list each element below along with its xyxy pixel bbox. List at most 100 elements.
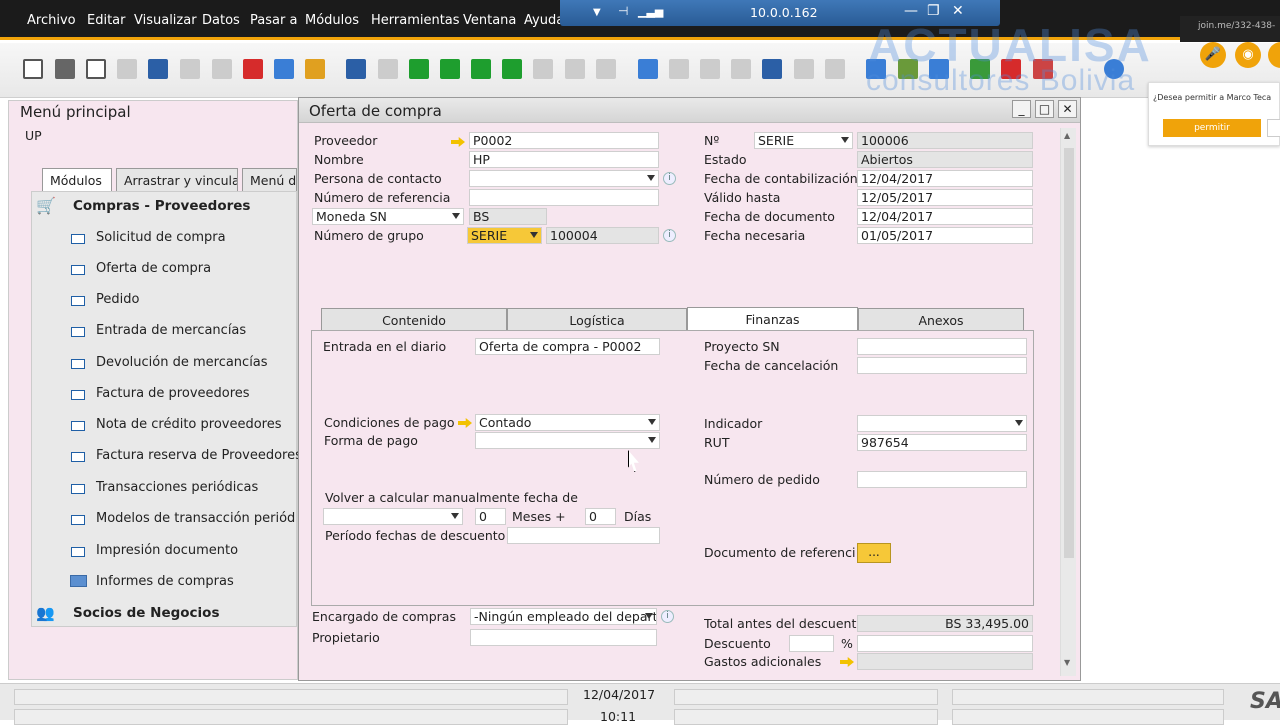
persona-contacto-select[interactable] <box>469 170 659 187</box>
numero-referencia-field[interactable] <box>469 189 659 206</box>
tab-arrastrar-y-vincular[interactable]: Arrastrar y vincular <box>116 168 238 191</box>
pin-icon[interactable]: ⊣ <box>618 4 628 18</box>
tab-contenido[interactable]: Contenido <box>321 308 507 331</box>
base-document-icon[interactable] <box>638 59 658 79</box>
journal-icon[interactable] <box>700 59 720 79</box>
propietario-field[interactable] <box>470 629 657 646</box>
proyecto-sn-field[interactable] <box>857 338 1027 355</box>
proveedor-field[interactable]: P0002 <box>469 132 659 149</box>
print-icon[interactable] <box>55 59 75 79</box>
tab-modulos[interactable]: Módulos <box>42 168 112 191</box>
minimize-icon[interactable]: — <box>904 3 918 19</box>
menu-item-solicitud-de-compra[interactable]: Solicitud de compra <box>96 230 226 245</box>
rut-field[interactable]: 987654 <box>857 434 1027 451</box>
nombre-field[interactable]: HP <box>469 151 659 168</box>
email-icon[interactable] <box>86 59 106 79</box>
info-icon[interactable]: i <box>663 172 676 185</box>
fax-icon[interactable] <box>148 59 168 79</box>
restore-icon[interactable]: ❐ <box>927 3 940 19</box>
pdf-icon[interactable] <box>243 59 263 79</box>
settings-icon[interactable] <box>825 59 845 79</box>
menu-archivo[interactable]: Archivo <box>27 13 76 28</box>
menu-item-factura-de-proveedores[interactable]: Factura de proveedores <box>96 386 250 401</box>
menu-item-informes-de-compras[interactable]: Informes de compras <box>96 574 234 589</box>
serie-select[interactable]: SERIE <box>754 132 853 149</box>
grupo-serie-select[interactable]: SERIE <box>467 227 542 244</box>
lock-icon[interactable] <box>305 59 325 79</box>
last-record-icon[interactable] <box>502 59 522 79</box>
menu-visualizar[interactable]: Visualizar <box>134 13 197 28</box>
launch-icon[interactable] <box>274 59 294 79</box>
menu-modulos[interactable]: Módulos <box>305 13 359 28</box>
menu-herramientas[interactable]: Herramientas <box>371 13 460 28</box>
forma-pago-select[interactable] <box>475 432 660 449</box>
sort-icon[interactable] <box>596 59 616 79</box>
condiciones-pago-select[interactable]: Contado <box>475 414 660 431</box>
module-socios-de-negocios[interactable]: Socios de Negocios <box>73 605 220 621</box>
menu-item-entrada-de-mercancias[interactable]: Entrada de mercancías <box>96 323 246 338</box>
scroll-up-icon[interactable]: ▲ <box>1064 131 1070 140</box>
layout-icon[interactable] <box>794 59 814 79</box>
descuento-amount-field[interactable] <box>857 635 1033 652</box>
module-compras-proveedores[interactable]: Compras - Proveedores <box>73 198 250 214</box>
menu-pasar-a[interactable]: Pasar a <box>250 13 297 28</box>
microphone-icon[interactable]: 🎤 <box>1200 42 1226 68</box>
previous-record-icon[interactable] <box>440 59 460 79</box>
vertical-scrollbar[interactable]: ▲ ▼ <box>1060 128 1076 676</box>
menu-item-factura-reserva-de-proveedores[interactable]: Factura reserva de Proveedores <box>96 448 302 463</box>
minimize-icon[interactable]: _ <box>1012 100 1031 118</box>
scroll-down-icon[interactable]: ▼ <box>1064 658 1070 667</box>
menu-item-nota-de-credito-proveedores[interactable]: Nota de crédito proveedores <box>96 417 282 432</box>
sms-icon[interactable] <box>117 59 137 79</box>
tab-menu-usuario[interactable]: Menú d <box>242 168 297 191</box>
tab-finanzas[interactable]: Finanzas <box>687 307 858 331</box>
menu-item-impresion-documento[interactable]: Impresión documento <box>96 543 238 558</box>
menu-item-modelos-de-transaccion-periodica[interactable]: Modelos de transacción periódic <box>96 511 296 526</box>
close-icon[interactable]: ✕ <box>1058 100 1077 118</box>
fecha-documento-field[interactable]: 12/04/2017 <box>857 208 1033 225</box>
next-record-icon[interactable] <box>471 59 491 79</box>
menu-item-pedido[interactable]: Pedido <box>96 292 139 307</box>
fecha-contabilizacion-field[interactable]: 12/04/2017 <box>857 170 1033 187</box>
scroll-thumb[interactable] <box>1064 148 1074 558</box>
indicador-select[interactable] <box>857 415 1027 432</box>
menu-item-devolucion-de-mercancias[interactable]: Devolución de mercancías <box>96 355 268 370</box>
preview-icon[interactable] <box>23 59 43 79</box>
dias-field[interactable]: 0 <box>585 508 616 525</box>
find-icon[interactable] <box>346 59 366 79</box>
add-icon[interactable] <box>378 59 398 79</box>
deny-button[interactable] <box>1267 119 1280 137</box>
payment-icon[interactable] <box>731 59 751 79</box>
export-icon[interactable] <box>180 59 200 79</box>
maximize-icon[interactable]: □ <box>1035 100 1054 118</box>
menu-item-transacciones-periodicas[interactable]: Transacciones periódicas <box>96 480 258 495</box>
menu-datos[interactable]: Datos <box>202 13 240 28</box>
meses-field[interactable]: 0 <box>475 508 506 525</box>
close-icon[interactable]: ✕ <box>952 3 964 19</box>
fecha-cancelacion-field[interactable] <box>857 357 1027 374</box>
encargado-compras-select[interactable]: -Ningún empleado del depart <box>470 608 657 625</box>
numero-pedido-field[interactable] <box>857 471 1027 488</box>
fecha-necesaria-field[interactable]: 01/05/2017 <box>857 227 1033 244</box>
target-document-icon[interactable] <box>669 59 689 79</box>
tab-anexos[interactable]: Anexos <box>858 308 1024 331</box>
refresh-icon[interactable] <box>533 59 553 79</box>
chat-icon[interactable]: ◉ <box>1235 42 1261 68</box>
gross-profit-icon[interactable] <box>762 59 782 79</box>
info-icon[interactable]: i <box>663 229 676 242</box>
allow-button[interactable]: permitir <box>1163 119 1261 137</box>
documento-referencia-button[interactable]: ... <box>857 543 891 563</box>
descuento-percent-field[interactable] <box>789 635 834 652</box>
chevron-down-icon[interactable]: ▼ <box>593 7 601 18</box>
link-arrow-icon[interactable] <box>840 657 854 667</box>
first-record-icon[interactable] <box>409 59 429 79</box>
menu-ayuda[interactable]: Ayuda <box>524 13 564 28</box>
valido-hasta-field[interactable]: 12/05/2017 <box>857 189 1033 206</box>
tab-logistica[interactable]: Logística <box>507 308 687 331</box>
menu-editar[interactable]: Editar <box>87 13 126 28</box>
periodo-descuento-field[interactable] <box>507 527 660 544</box>
menu-ventana[interactable]: Ventana <box>463 13 516 28</box>
info-icon[interactable]: i <box>661 610 674 623</box>
moneda-sn-select[interactable]: Moneda SN <box>312 208 464 225</box>
link-arrow-icon[interactable] <box>451 137 465 147</box>
